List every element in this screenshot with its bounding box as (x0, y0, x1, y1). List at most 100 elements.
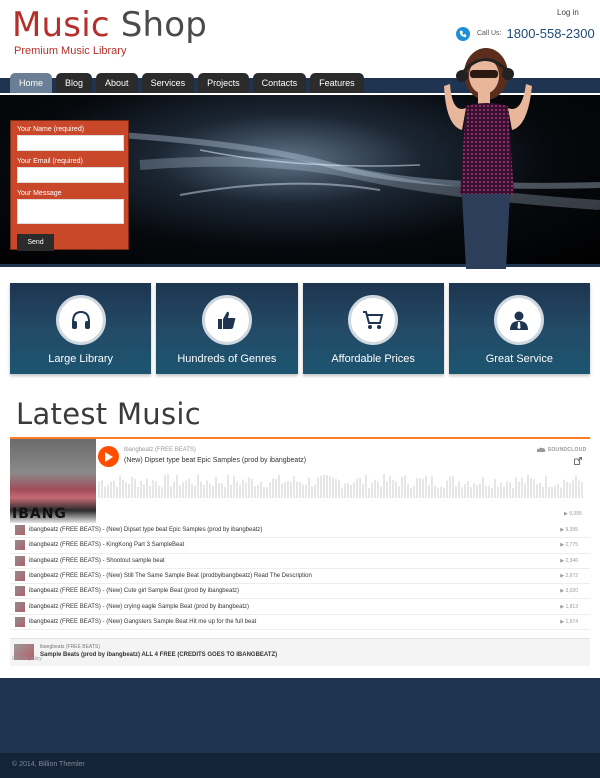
waveform-bar (458, 481, 460, 498)
site-tagline: Premium Music Library (14, 45, 127, 57)
waveform-bar (320, 475, 322, 498)
waveform-bar (116, 486, 118, 498)
login-link[interactable]: Log in (557, 8, 579, 17)
waveform-bar (527, 474, 529, 498)
nav-item-services[interactable]: Services (141, 73, 195, 93)
waveform-bar (224, 486, 226, 498)
track-play-count: ▶ 1,813 (560, 603, 578, 610)
waveform-bar (551, 487, 553, 498)
name-label: Your Name (required) (17, 126, 85, 133)
waveform-bar (359, 477, 361, 498)
nav-item-home[interactable]: Home (10, 73, 53, 93)
footer-top (0, 678, 600, 753)
track-row[interactable]: ibangbeatz (FREE BEATS) - (New) Still Th… (10, 569, 590, 585)
waveform-bar (398, 486, 400, 498)
waveform-bar (446, 480, 448, 498)
track-artwork[interactable]: IBANG (10, 439, 96, 523)
waveform-bar (245, 482, 247, 498)
nav-item-projects[interactable]: Projects (198, 73, 249, 93)
track-thumbnail (15, 586, 25, 597)
waveform-bar (515, 477, 517, 498)
waveform-bar (221, 483, 223, 498)
track-play-count: ▶ 9,395 (560, 527, 578, 534)
site-logo[interactable]: Music Shop (12, 6, 207, 44)
waveform-bar (251, 478, 253, 498)
waveform-bar (332, 477, 334, 498)
track-row[interactable]: ibangbeatz (FREE BEATS) - Shootout sampl… (10, 554, 590, 569)
waveform-bar (335, 479, 337, 498)
player-username[interactable]: ibangbeatz (FREE BEATS) (124, 447, 196, 453)
waveform-bar (284, 481, 286, 498)
waveform-bar (395, 481, 397, 498)
message-field[interactable] (17, 199, 124, 224)
nav-item-contacts[interactable]: Contacts (252, 73, 307, 93)
waveform-bar (326, 475, 328, 498)
track-row[interactable]: ibangbeatz (FREE BEATS) - (New) crying e… (10, 599, 590, 615)
feature-large-library[interactable]: Large Library (10, 283, 152, 374)
waveform-bar (389, 475, 391, 498)
feature-hundreds-of-genres[interactable]: Hundreds of Genres (156, 283, 298, 374)
now-playing-bar[interactable]: ibangbeatz (FREE BEATS) Sample Beats (pr… (10, 638, 590, 666)
name-field[interactable] (17, 135, 124, 151)
waveform-bar (287, 481, 289, 498)
waveform-bar (269, 482, 271, 498)
waveform-bar (281, 483, 283, 498)
waveform-bar (374, 479, 376, 498)
waveform-bar (500, 482, 502, 498)
waveform-bar (434, 485, 436, 498)
track-thumbnail (15, 555, 25, 566)
track-name: ibangbeatz (FREE BEATS) - (New) crying e… (29, 603, 249, 610)
feature-great-service[interactable]: Great Service (448, 283, 590, 374)
waveform-bar (410, 487, 412, 498)
waveform-bar (179, 485, 181, 498)
track-row[interactable]: ibangbeatz (FREE BEATS) - KingKong Part … (10, 538, 590, 554)
share-icon[interactable] (574, 457, 582, 465)
send-button[interactable]: Send (17, 234, 54, 251)
cookie-policy-link[interactable]: Cookie policy (12, 656, 42, 662)
waveform-bar (167, 474, 169, 498)
play-button[interactable] (98, 446, 119, 467)
now-playing-title: Sample Beats (prod by ibangbeatz) ALL 4 … (40, 652, 278, 658)
waveform-bar (428, 484, 430, 498)
footer-bottom: © 2014, Billion Themler (0, 753, 600, 778)
waveform-bar (449, 476, 451, 498)
player-track-title[interactable]: (New) Dipset type beat Epic Samples (pro… (124, 457, 306, 464)
copyright-text: © 2014, Billion Themler (12, 761, 85, 768)
nav-item-about[interactable]: About (96, 73, 138, 93)
feature-label: Great Service (485, 353, 553, 365)
call-number[interactable]: 1800-558-2300 (507, 26, 595, 41)
waveform-bar (494, 479, 496, 498)
waveform-bar (419, 478, 421, 498)
waveform-bar (371, 482, 373, 498)
waveform-bar (101, 480, 103, 498)
nav-item-features[interactable]: Features (310, 73, 364, 93)
model-photo (444, 48, 532, 269)
feature-affordable-prices[interactable]: Affordable Prices (302, 283, 444, 374)
waveform-bar (572, 480, 574, 498)
track-name: ibangbeatz (FREE BEATS) - (New) Still Th… (29, 573, 312, 580)
waveform-bar (473, 483, 475, 498)
waveform[interactable] (98, 474, 585, 500)
waveform-bar (545, 475, 547, 498)
track-play-count: ▶ 2,672 (560, 573, 578, 580)
track-row[interactable]: ibangbeatz (FREE BEATS) - (New) Dipset t… (10, 523, 590, 539)
waveform-bar (242, 479, 244, 498)
waveform-bar (341, 487, 343, 498)
waveform-bar (506, 481, 508, 498)
waveform-bar (383, 474, 385, 498)
track-row[interactable]: ibangbeatz (FREE BEATS) - (New) Gangster… (10, 615, 590, 631)
waveform-bar (254, 486, 256, 498)
waveform-bar (311, 486, 313, 498)
waveform-bar (272, 478, 274, 498)
waveform-bar (350, 484, 352, 498)
soundcloud-logo[interactable]: SOUNDCLOUD (536, 447, 587, 453)
track-row[interactable]: ibangbeatz (FREE BEATS) - (New) Cute gir… (10, 584, 590, 600)
waveform-bar (401, 476, 403, 498)
waveform-bar (170, 486, 172, 498)
email-field[interactable] (17, 167, 124, 183)
waveform-bar (98, 481, 100, 498)
track-thumbnail (15, 601, 25, 612)
waveform-bar (353, 482, 355, 498)
nav-item-blog[interactable]: Blog (56, 73, 93, 93)
waveform-bar (356, 478, 358, 498)
